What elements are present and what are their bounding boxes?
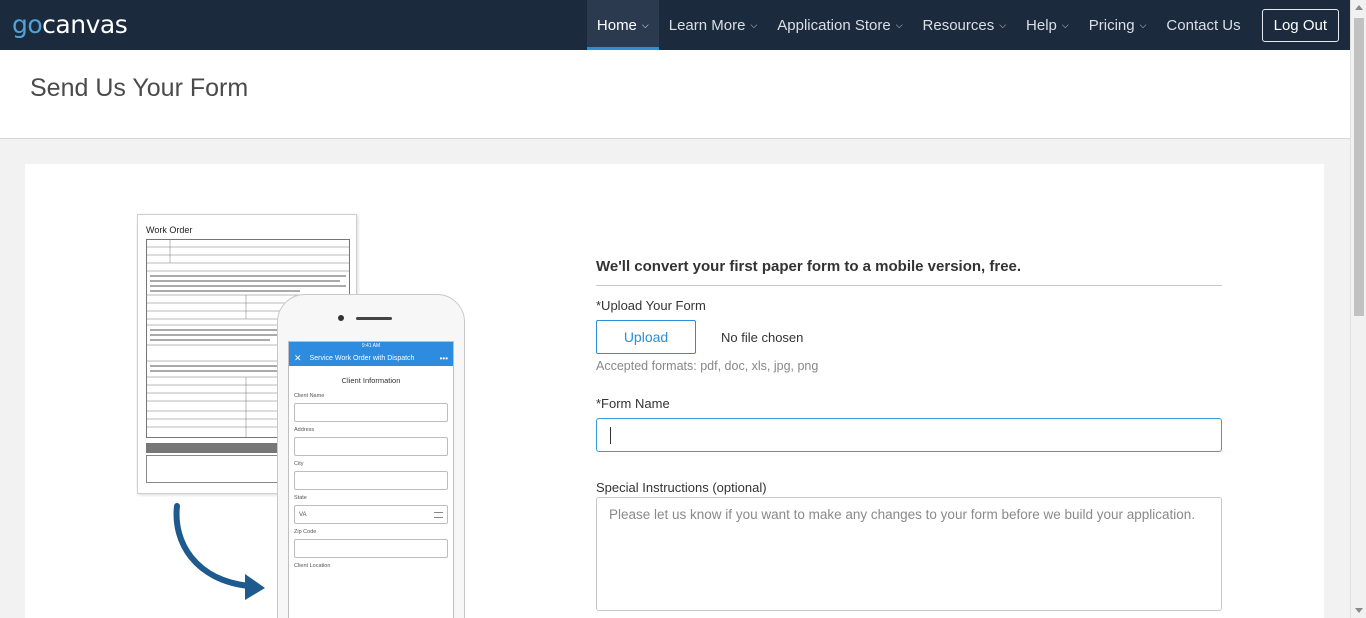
phone-field-box (294, 403, 448, 422)
scroll-down-arrow-icon[interactable] (1355, 608, 1363, 613)
paper-form-title: Work Order (146, 225, 193, 235)
nav-item-label: Contact Us (1166, 16, 1241, 34)
nav-item-label: Help (1026, 16, 1057, 34)
nav-item-label: Pricing (1088, 16, 1135, 34)
accepted-formats-text: Accepted formats: pdf, doc, xls, jpg, pn… (596, 359, 819, 373)
phone-field: Client Name (289, 393, 453, 422)
phone-status-bar: 9:41 AM (289, 342, 453, 350)
phone-camera-icon (338, 315, 344, 321)
form-name-label: *Form Name (596, 396, 670, 411)
form-lead-text: We'll convert your first paper form to a… (596, 258, 1222, 286)
phone-field-label: Zip Code (294, 529, 317, 535)
paper-to-mobile-illustration: Work Order 9:41 AM ✕ Service Work Order … (137, 214, 477, 618)
page-header: Send Us Your Form (0, 50, 1350, 139)
phone-app-bar: ✕ Service Work Order with Dispatch ••• (289, 350, 453, 366)
list-icon (434, 512, 443, 518)
phone-mockup: 9:41 AM ✕ Service Work Order with Dispat… (277, 294, 465, 618)
phone-field-label: State (294, 495, 307, 501)
logout-button[interactable]: Log Out (1261, 8, 1339, 42)
logo-canvas: canvas (42, 10, 128, 39)
phone-field-label: City (294, 461, 304, 467)
phone-field-label: Client Location (294, 563, 331, 569)
vertical-scrollbar[interactable] (1350, 0, 1366, 618)
chevron-down-icon: ⌵ (641, 20, 649, 30)
form-name-input[interactable] (596, 418, 1222, 452)
phone-field: Client Location (289, 563, 453, 569)
logo-go: go (12, 10, 43, 39)
nav-item-label: Home (596, 16, 637, 34)
curved-arrow-icon (173, 503, 265, 600)
upload-button[interactable]: Upload (596, 320, 696, 354)
page-title: Send Us Your Form (30, 74, 249, 102)
more-icon: ••• (439, 353, 448, 363)
file-status-text: No file chosen (721, 329, 804, 345)
upload-row: Upload No file chosen (596, 320, 803, 354)
chevron-down-icon: ⌵ (999, 20, 1007, 30)
logout-wrapper: Log Out (1251, 0, 1350, 50)
phone-field-label: Address (294, 427, 315, 433)
gocanvas-logo[interactable]: gocanvas (12, 10, 128, 39)
phone-screen: 9:41 AM ✕ Service Work Order with Dispat… (288, 341, 454, 618)
special-instructions-label: Special Instructions (optional) (596, 480, 767, 495)
chevron-down-icon: ⌵ (895, 20, 903, 30)
form-card: Work Order 9:41 AM ✕ Service Work Order … (25, 164, 1324, 618)
upload-form-label: *Upload Your Form (596, 298, 706, 313)
scrollbar-thumb[interactable] (1354, 18, 1364, 316)
phone-section-title: Client Information (341, 376, 401, 385)
nav-item-contact-us[interactable]: Contact Us (1156, 0, 1250, 50)
nav-item-pricing[interactable]: Pricing ⌵ (1079, 0, 1157, 50)
phone-field: State VA (289, 495, 453, 524)
scroll-up-arrow-icon[interactable] (1355, 5, 1363, 10)
nav-item-help[interactable]: Help ⌵ (1016, 0, 1079, 50)
phone-field: City (289, 461, 453, 490)
phone-field-box (294, 539, 448, 558)
text-caret (610, 427, 611, 444)
phone-field: Zip Code (289, 529, 453, 558)
nav-item-home[interactable]: Home ⌵ (586, 0, 659, 50)
close-icon: ✕ (294, 352, 302, 363)
nav-item-label: Application Store (777, 16, 891, 34)
phone-field-box: VA (294, 505, 448, 524)
nav-item-label: Resources (922, 16, 995, 34)
chevron-down-icon: ⌵ (1061, 20, 1069, 30)
phone-field-box (294, 471, 448, 490)
top-navigation-bar: gocanvas Home ⌵ Learn More ⌵ Application S… (0, 0, 1350, 50)
phone-time: 9:41 AM (361, 343, 381, 349)
phone-field: Address (289, 427, 453, 456)
nav-menu: Home ⌵ Learn More ⌵ Application Store ⌵ Res… (586, 0, 1350, 50)
nav-item-label: Learn More (668, 16, 746, 34)
chevron-down-icon: ⌵ (750, 20, 758, 30)
phone-field-label: Client Name (294, 393, 325, 399)
upload-form: We'll convert your first paper form to a… (596, 258, 1222, 611)
phone-field-box (294, 437, 448, 456)
phone-field-value: VA (299, 512, 307, 518)
nav-item-resources[interactable]: Resources ⌵ (913, 0, 1017, 50)
phone-app-title: Service Work Order with Dispatch (309, 354, 415, 362)
special-instructions-textarea[interactable]: Please let us know if you want to make a… (596, 497, 1222, 611)
chevron-down-icon: ⌵ (1139, 20, 1147, 30)
nav-item-application-store[interactable]: Application Store ⌵ (767, 0, 912, 50)
phone-speaker-icon (356, 317, 392, 320)
nav-item-learn-more[interactable]: Learn More ⌵ (659, 0, 768, 50)
